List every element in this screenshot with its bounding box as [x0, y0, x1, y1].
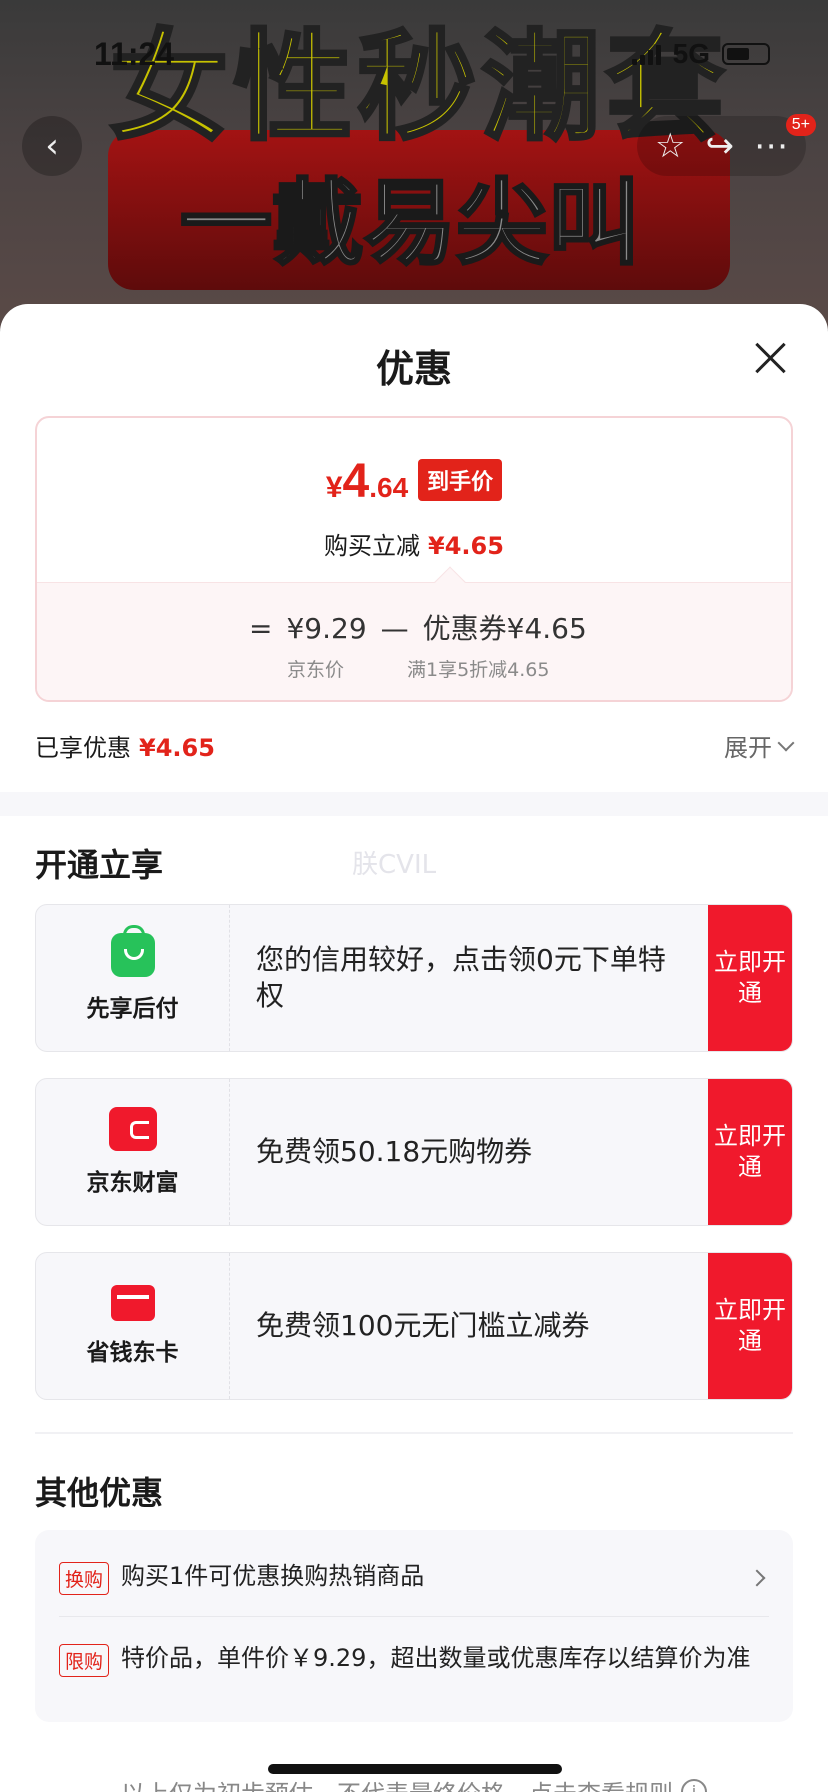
jd-price-label: 京东价 [287, 659, 345, 681]
price-breakdown: = ¥9.29 — 优惠券¥4.65 京东价 满1享5折减4.65 [37, 566, 791, 700]
home-indicator[interactable] [268, 1764, 562, 1774]
thin-divider [35, 1432, 793, 1434]
sheet-title: 优惠 [375, 347, 452, 391]
reduce-label: 购买立减 [324, 532, 421, 560]
other-section-title: 其他优惠 [35, 1474, 164, 1512]
price-card: ¥4.64 到手价 购买立减 ¥4.65 = ¥9.29 — 优惠券¥4.65 京… [35, 416, 793, 702]
wallet-icon [108, 1107, 157, 1151]
open-now-button[interactable]: 立即开通 [708, 1079, 792, 1225]
offer-card-saving-card[interactable]: 省钱东卡 免费领100元无门槛立减券 立即开通 [35, 1252, 793, 1400]
open-section-title: 开通立享 [35, 846, 164, 884]
offer-brand: 先享后付 [36, 905, 230, 1051]
row-divider [59, 1616, 769, 1617]
limit-text: 特价品，单件价￥9.29，超出数量或优惠库存以结算价为准 [121, 1644, 751, 1672]
signal-icon [631, 43, 661, 65]
final-price-tag: 到手价 [418, 459, 503, 501]
equals-sign: = [249, 612, 273, 645]
offer-desc: 免费领100元无门槛立减券 [256, 1308, 590, 1342]
status-right: 5G [631, 38, 770, 70]
product-banner: 女性秒潮套 一戴易尖叫 11:24 5G ‹ ☆ ↪ ⋯ 5+ [0, 0, 828, 330]
reduce-line: 购买立减 ¥4.65 [37, 526, 791, 561]
price-card-top: ¥4.64 到手价 购买立减 ¥4.65 [37, 418, 791, 582]
star-icon[interactable]: ☆ [655, 126, 685, 166]
final-price: ¥4.64 [325, 455, 409, 508]
final-price-row: ¥4.64 到手价 [37, 454, 791, 509]
coupon-amount: 优惠券¥4.65 [422, 612, 587, 645]
footer-note[interactable]: 以上仅为初步预估，不代表最终价格，点击查看规则 i [0, 1774, 828, 1792]
exchange-tag: 换购 [59, 1562, 110, 1595]
offer-card-xianxiang[interactable]: 先享后付 您的信用较好，点击领0元下单特权 立即开通 [35, 904, 793, 1052]
minus-sign: — [380, 612, 409, 645]
chevron-down-icon [777, 734, 795, 751]
info-icon[interactable]: i [681, 1778, 707, 1792]
open-now-button[interactable]: 立即开通 [708, 1253, 792, 1399]
jd-price: ¥9.29 [286, 612, 367, 645]
offer-name: 京东财富 [86, 1170, 179, 1196]
network-label: 5G [672, 38, 710, 69]
offer-desc: 免费领50.18元购物券 [256, 1134, 533, 1168]
share-icon[interactable]: ↪ [706, 126, 735, 166]
price-formula: = ¥9.29 — 优惠券¥4.65 [249, 607, 587, 647]
more-icon[interactable]: ⋯ [754, 126, 788, 166]
footer-note-text: 以上仅为初步预估，不代表最终价格，点击查看规则 [121, 1774, 673, 1792]
close-icon[interactable] [752, 340, 788, 376]
watermark-text: 朕CVIL [352, 850, 437, 880]
chevron-left-icon: ‹ [45, 126, 59, 166]
back-button[interactable]: ‹ [22, 116, 82, 176]
message-badge: 5+ [785, 114, 816, 136]
offer-card-jd-wealth[interactable]: 京东财富 免费领50.18元购物券 立即开通 [35, 1078, 793, 1226]
other-offer-exchange[interactable]: 换购 购买1件可优惠换购热销商品 [59, 1560, 769, 1595]
enjoyed-label: 已享优惠 [35, 734, 131, 762]
exchange-text: 购买1件可优惠换购热销商品 [121, 1562, 425, 1590]
nav-actions: ☆ ↪ ⋯ [637, 116, 806, 176]
other-offer-limit: 限购 特价品，单件价￥9.29，超出数量或优惠库存以结算价为准 [59, 1642, 769, 1677]
other-offers-box: 换购 购买1件可优惠换购热销商品 限购 特价品，单件价￥9.29，超出数量或优惠… [35, 1530, 793, 1722]
reduce-amount: ¥4.65 [428, 532, 504, 560]
limit-tag: 限购 [59, 1644, 110, 1677]
section-divider [0, 792, 828, 816]
open-now-button[interactable]: 立即开通 [708, 905, 792, 1051]
discount-sheet: 优惠 ¥4.64 到手价 购买立减 ¥4.65 = ¥9.29 — 优惠券¥4.6… [0, 304, 828, 1792]
offer-brand: 京东财富 [36, 1079, 230, 1225]
banner-subline: 一戴易尖叫 [178, 170, 641, 277]
expand-label: 展开 [724, 734, 772, 762]
offer-name: 省钱东卡 [86, 1340, 179, 1366]
card-icon [110, 1285, 155, 1321]
offer-name: 先享后付 [86, 996, 179, 1022]
coupon-rule: 满1享5折减4.65 [407, 659, 550, 681]
battery-icon [722, 43, 770, 65]
status-time: 11:24 [94, 36, 175, 72]
offer-brand: 省钱东卡 [36, 1253, 230, 1399]
enjoyed-amount: ¥4.65 [139, 734, 215, 762]
enjoyed-discount: 已享优惠 ¥4.65 [35, 728, 215, 763]
shopping-bag-icon [110, 925, 155, 977]
expand-button[interactable]: 展开 [724, 728, 795, 763]
offer-desc: 您的信用较好，点击领0元下单特权 [256, 942, 666, 1012]
